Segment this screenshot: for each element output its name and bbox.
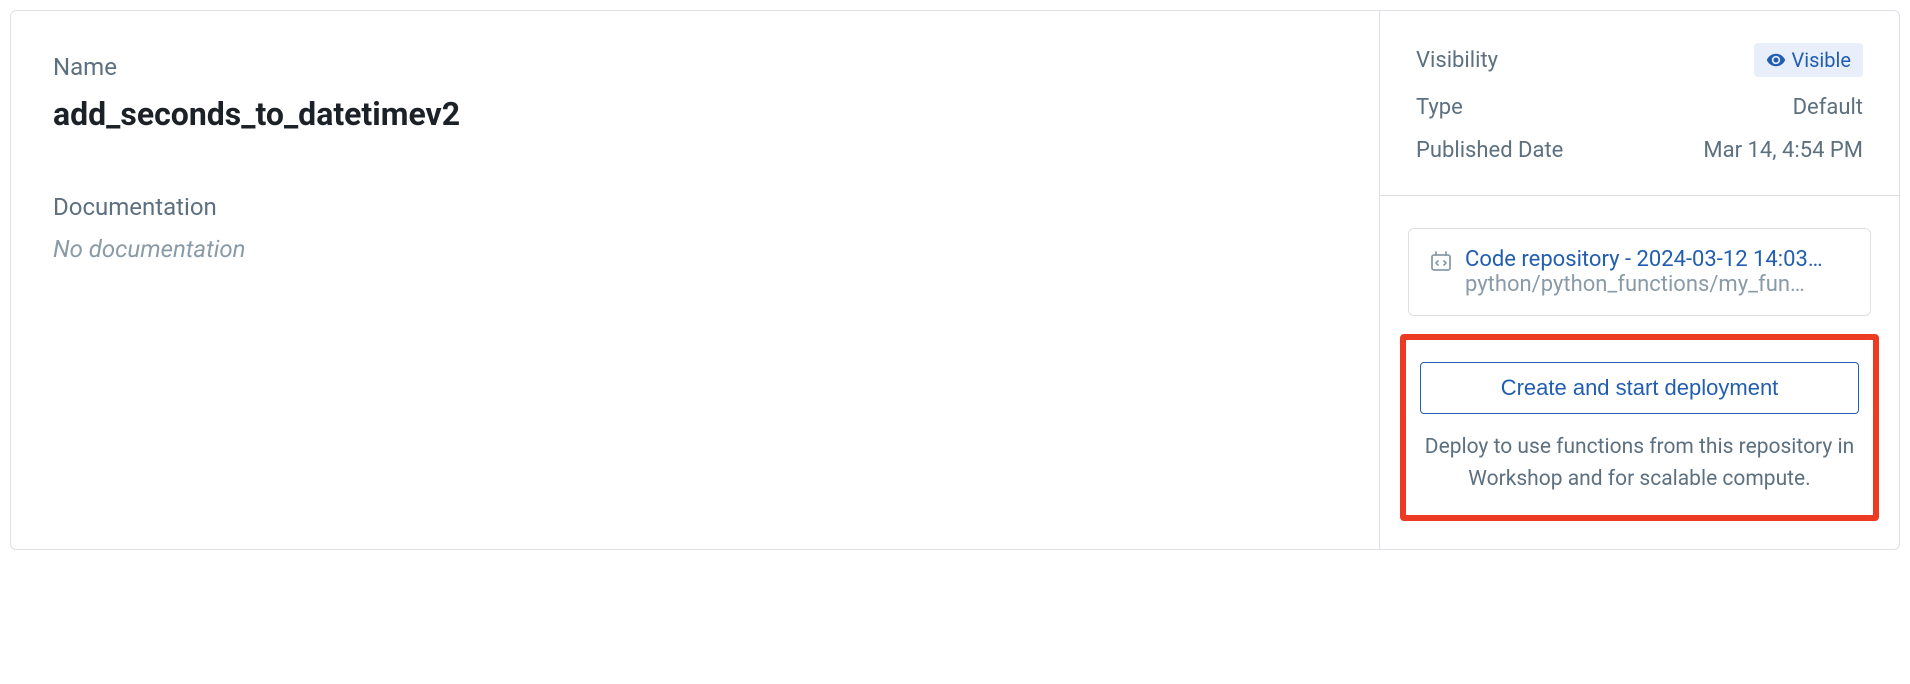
main-content: Name add_seconds_to_datetimev2 Documenta… — [11, 11, 1379, 549]
visibility-badge: Visible — [1754, 43, 1863, 77]
published-row: Published Date Mar 14, 4:54 PM — [1416, 138, 1863, 163]
name-label: Name — [53, 53, 1337, 81]
details-panel: Name add_seconds_to_datetimev2 Documenta… — [10, 10, 1900, 550]
type-label: Type — [1416, 95, 1463, 120]
create-deployment-button[interactable]: Create and start deployment — [1420, 362, 1859, 414]
visibility-value: Visible — [1792, 48, 1851, 72]
visibility-label: Visibility — [1416, 48, 1498, 73]
published-value: Mar 14, 4:54 PM — [1703, 138, 1863, 163]
documentation-empty: No documentation — [53, 235, 1337, 263]
repository-card[interactable]: Code repository - 2024-03-12 14:03… pyth… — [1408, 228, 1871, 316]
repository-text: Code repository - 2024-03-12 14:03… pyth… — [1465, 247, 1823, 297]
repository-title: Code repository - 2024-03-12 14:03… — [1465, 247, 1823, 272]
repository-section: Code repository - 2024-03-12 14:03… pyth… — [1380, 196, 1899, 326]
sidebar: Visibility Visible Type Default Publishe… — [1379, 11, 1899, 549]
repository-path: python/python_functions/my_fun… — [1465, 272, 1823, 297]
published-label: Published Date — [1416, 138, 1563, 163]
code-repository-icon — [1429, 249, 1453, 273]
visibility-row: Visibility Visible — [1416, 43, 1863, 77]
deploy-description: Deploy to use functions from this reposi… — [1420, 432, 1859, 495]
eye-icon — [1766, 50, 1786, 70]
type-row: Type Default — [1416, 95, 1863, 120]
type-value: Default — [1793, 95, 1863, 120]
metadata-section: Visibility Visible Type Default Publishe… — [1380, 11, 1899, 196]
name-value: add_seconds_to_datetimev2 — [53, 95, 1337, 133]
deploy-section-highlight: Create and start deployment Deploy to us… — [1400, 334, 1879, 521]
documentation-label: Documentation — [53, 193, 1337, 221]
